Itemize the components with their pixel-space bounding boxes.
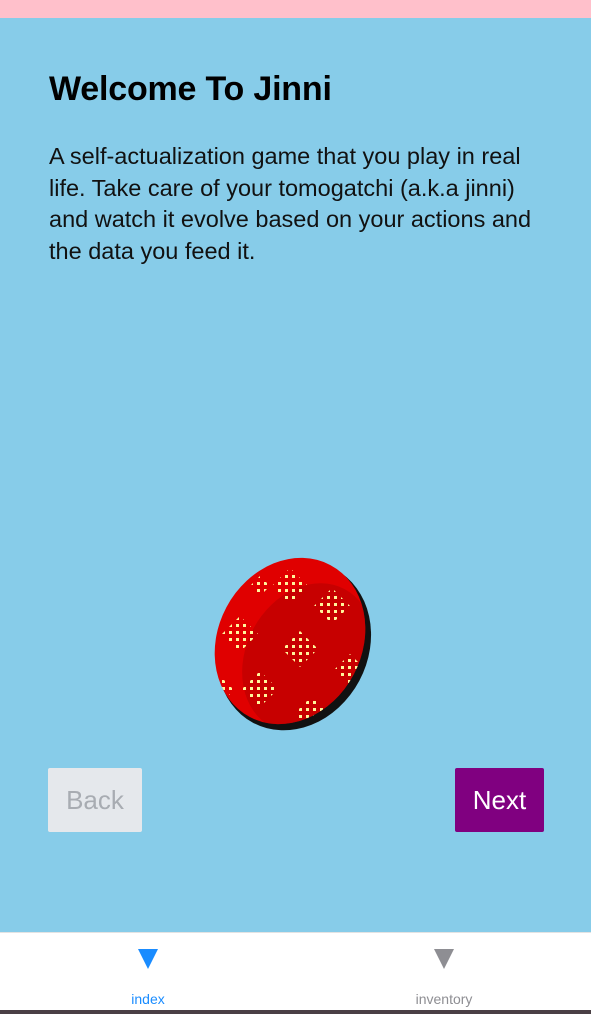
page-description: A self-actualization game that you play … — [49, 143, 532, 264]
tab-inventory[interactable]: inventory — [344, 933, 544, 1011]
tab-index[interactable]: index — [48, 933, 248, 1011]
page-title: Welcome To Jinni — [49, 70, 332, 108]
triangle-down-icon — [434, 949, 454, 969]
pixel-egg-icon — [206, 557, 374, 733]
status-bar-strip — [0, 0, 591, 18]
bottom-tab-bar: index inventory — [0, 932, 591, 1010]
triangle-down-icon — [138, 949, 158, 969]
tab-index-label: index — [131, 991, 165, 1007]
home-indicator-strip — [0, 1010, 591, 1014]
main-content: Welcome To Jinni A self-actualization ga… — [0, 18, 591, 932]
back-button[interactable]: Back — [48, 768, 142, 832]
next-button[interactable]: Next — [455, 768, 544, 832]
tab-inventory-label: inventory — [415, 991, 473, 1007]
